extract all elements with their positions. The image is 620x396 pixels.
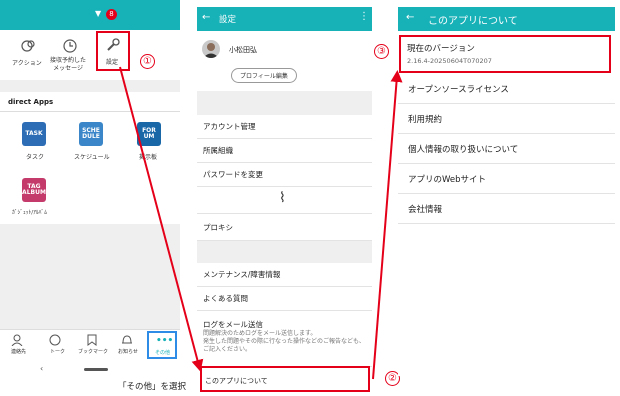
arrow-to-version	[372, 70, 403, 380]
flow-arrows	[119, 66, 403, 380]
arrow-to-about	[119, 66, 204, 372]
